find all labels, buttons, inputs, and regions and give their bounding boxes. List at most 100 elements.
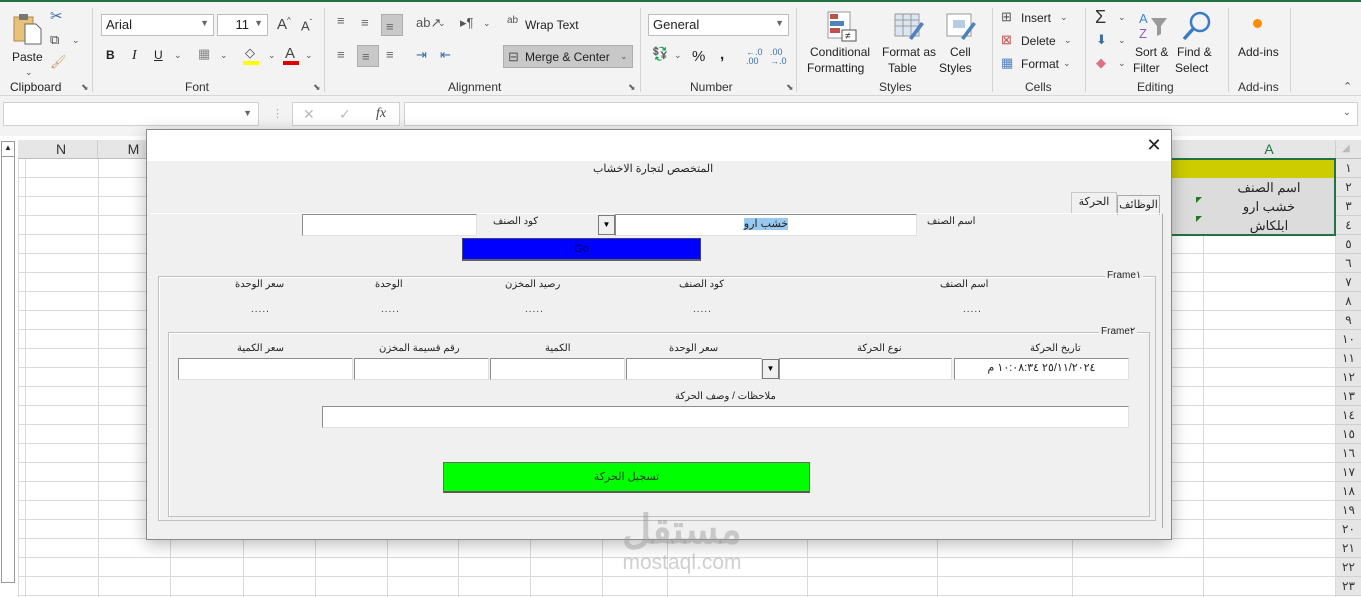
row-header[interactable]: ٢٢ xyxy=(1336,558,1361,577)
autosum-icon[interactable]: Σ xyxy=(1095,8,1106,26)
vertical-scrollbar[interactable]: ▲ xyxy=(1,141,15,583)
copy-icon[interactable]: ⧉ xyxy=(50,33,59,46)
borders-icon[interactable]: ▦ xyxy=(198,47,210,60)
row-header[interactable]: ٦ xyxy=(1336,254,1361,273)
bold-button[interactable]: B xyxy=(106,48,115,62)
row-header[interactable]: ٩ xyxy=(1336,311,1361,330)
clear-icon[interactable]: ◆ xyxy=(1096,56,1106,69)
row-header[interactable]: ١٥ xyxy=(1336,425,1361,444)
notes-input[interactable] xyxy=(322,406,1129,428)
drag-handle-icon[interactable]: ⋮ xyxy=(272,109,283,120)
tab-movement[interactable]: الحركة xyxy=(1071,192,1117,214)
row-header[interactable]: ١٢ xyxy=(1336,368,1361,387)
name-box[interactable]: ▼ xyxy=(3,102,259,126)
chevron-down-icon[interactable]: ⌄ xyxy=(438,19,446,28)
row-header[interactable]: ١٧ xyxy=(1336,463,1361,482)
align-right-icon[interactable]: ≡ xyxy=(386,48,394,61)
chevron-down-icon[interactable]: ⌄ xyxy=(268,51,276,60)
row-header[interactable]: ١٤ xyxy=(1336,406,1361,425)
tab-functions[interactable]: الوظائف xyxy=(1117,195,1160,215)
chevron-down-icon[interactable]: ⌄ xyxy=(220,51,228,60)
row-header[interactable]: ١٦ xyxy=(1336,444,1361,463)
chevron-down-icon[interactable]: ⌄ xyxy=(1060,13,1068,22)
number-format-select[interactable]: General ▼ xyxy=(648,14,789,36)
scroll-thumb[interactable] xyxy=(2,156,14,582)
add-ins-button[interactable]: Add-ins xyxy=(1234,8,1286,68)
text-direction-icon[interactable]: ▸¶ xyxy=(460,16,474,29)
font-size-select[interactable]: 11 ▼ xyxy=(217,14,268,36)
column-header-a[interactable]: A xyxy=(1203,140,1336,159)
row-header[interactable]: ١٩ xyxy=(1336,501,1361,520)
paste-button[interactable]: Paste ⌄ xyxy=(8,8,46,77)
formula-input[interactable]: ⌄ xyxy=(404,102,1358,126)
row-header[interactable]: ١٨ xyxy=(1336,482,1361,501)
fill-color-icon[interactable]: ◇ xyxy=(245,46,255,59)
align-bottom-button[interactable]: ≡ xyxy=(381,14,403,36)
chevron-down-icon[interactable]: ⌄ xyxy=(674,51,682,60)
font-color-icon[interactable]: A xyxy=(285,46,295,61)
format-button[interactable]: Format xyxy=(1021,57,1059,71)
chevron-down-icon[interactable]: ⌄ xyxy=(174,51,182,60)
chevron-down-icon[interactable]: ⌄ xyxy=(483,19,491,28)
row-header[interactable]: ٨ xyxy=(1336,292,1361,311)
chevron-down-icon[interactable]: ⌄ xyxy=(1118,13,1126,22)
chevron-down-icon[interactable]: ⌄ xyxy=(1063,59,1071,68)
increase-indent-icon[interactable]: ⇥ xyxy=(416,48,427,61)
row-header[interactable]: ١ xyxy=(1336,159,1361,178)
underline-button[interactable]: U xyxy=(154,48,163,62)
decrease-decimal-icon[interactable]: .00 →.0 xyxy=(770,48,787,66)
go-button[interactable]: Go xyxy=(462,238,701,261)
total-price-input[interactable] xyxy=(178,358,353,380)
cancel-icon[interactable]: ✕ xyxy=(303,107,315,121)
cut-icon[interactable]: ✂ xyxy=(50,9,63,24)
dialog-launcher-icon[interactable]: ⬊ xyxy=(313,82,321,93)
row-header[interactable]: ١٠ xyxy=(1336,330,1361,349)
insert-button[interactable]: Insert xyxy=(1021,11,1051,25)
conditional-formatting-button[interactable]: ≠ Conditional Formatting xyxy=(805,8,879,78)
row-header[interactable]: ٥ xyxy=(1336,235,1361,254)
merge-center-button[interactable]: ⊟ Merge & Center ⌄ xyxy=(503,45,633,68)
item-name-combobox[interactable]: خشب ارو xyxy=(615,214,917,236)
delete-button[interactable]: Delete xyxy=(1021,34,1056,48)
collapse-ribbon-icon[interactable]: ⌃ xyxy=(1343,82,1352,93)
chevron-down-icon[interactable]: ⌄ xyxy=(72,36,80,45)
format-painter-icon[interactable]: 🖌 xyxy=(50,55,67,68)
quantity-input[interactable] xyxy=(490,358,625,380)
font-name-select[interactable]: Arial ▼ xyxy=(101,14,214,36)
chevron-down-icon[interactable]: ⌄ xyxy=(305,51,313,60)
align-top-icon[interactable]: ≡ xyxy=(337,14,345,27)
expand-formula-bar-icon[interactable]: ⌄ xyxy=(1343,108,1351,118)
row-header[interactable]: ٧ xyxy=(1336,273,1361,292)
accounting-format-icon[interactable]: 💱 xyxy=(652,47,668,60)
percent-style-button[interactable]: % xyxy=(692,48,705,65)
increase-decimal-icon[interactable]: ←.0.00 xyxy=(746,48,763,66)
record-movement-button[interactable]: تسجيل الحركة xyxy=(443,462,810,493)
cell-styles-button[interactable]: Cell Styles xyxy=(938,8,983,78)
insert-function-button[interactable]: fx xyxy=(376,107,386,121)
dialog-launcher-icon[interactable]: ⬊ xyxy=(786,82,794,93)
decrease-indent-icon[interactable]: ⇤ xyxy=(440,48,451,61)
movement-date-input[interactable]: ٢٥/١١/٢٠٢٤ ١٠:٠٨:٣٤ م xyxy=(954,358,1129,380)
dialog-launcher-icon[interactable]: ⬊ xyxy=(81,82,89,93)
stock-voucher-number-input[interactable] xyxy=(354,358,489,380)
align-middle-icon[interactable]: ≡ xyxy=(361,16,369,29)
row-header[interactable]: ٢ xyxy=(1336,178,1361,197)
row-header[interactable]: ١٣ xyxy=(1336,387,1361,406)
wrap-text-button[interactable]: Wrap Text xyxy=(525,18,579,32)
item-name-dropdown-button[interactable]: ▼ xyxy=(598,215,615,235)
increase-font-size-icon[interactable]: A^ xyxy=(277,17,291,33)
chevron-down-icon[interactable]: ⌄ xyxy=(1064,36,1072,45)
movement-type-combobox[interactable] xyxy=(779,358,952,380)
chevron-down-icon[interactable]: ⌄ xyxy=(1118,59,1126,68)
scroll-up-icon[interactable]: ▲ xyxy=(4,143,12,152)
row-header[interactable]: ٣ xyxy=(1336,197,1361,216)
row-header[interactable]: ٢١ xyxy=(1336,539,1361,558)
format-as-table-button[interactable]: Format as Table xyxy=(880,8,938,78)
column-header-n[interactable]: N xyxy=(25,140,98,159)
dialog-launcher-icon[interactable]: ⬊ xyxy=(628,82,636,93)
chevron-down-icon[interactable]: ⌄ xyxy=(1118,36,1126,45)
select-all-corner[interactable]: ◢ xyxy=(1336,140,1361,159)
decrease-font-size-icon[interactable]: Aˇ xyxy=(301,19,312,33)
enter-icon[interactable]: ✓ xyxy=(339,107,351,121)
dialog-titlebar[interactable]: ✕ xyxy=(147,130,1171,161)
